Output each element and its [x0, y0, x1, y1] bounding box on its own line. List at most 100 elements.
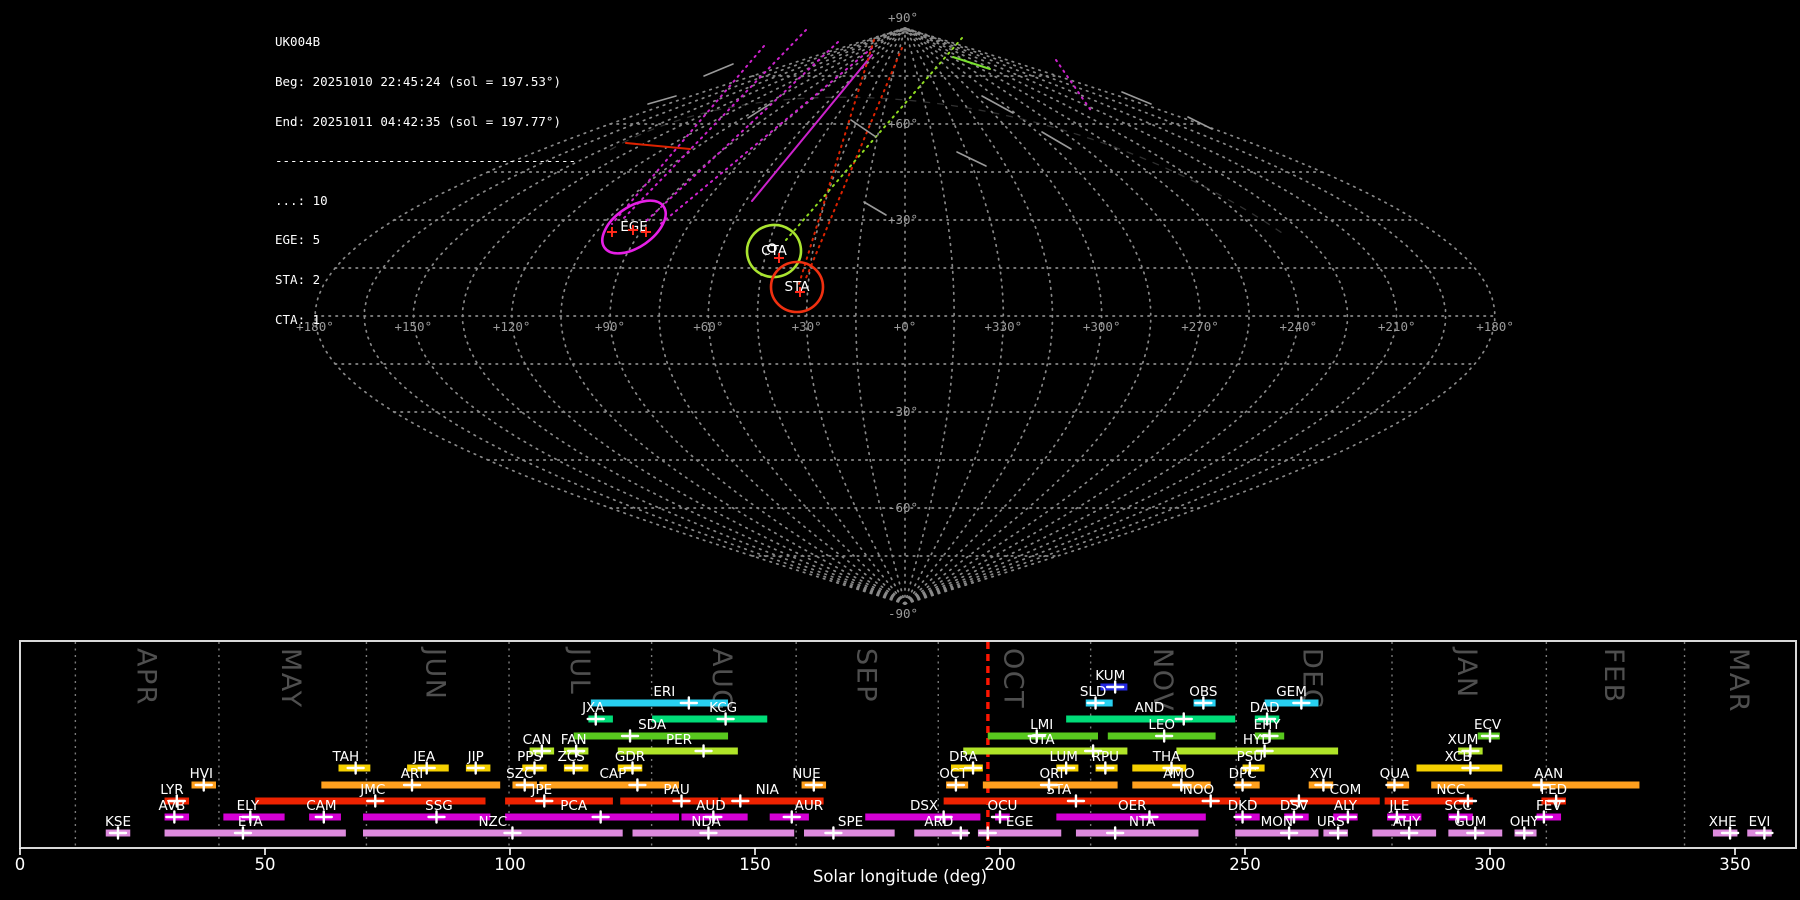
shower-bar	[505, 798, 613, 805]
meteor-trail	[953, 57, 990, 69]
shower-label: LUM	[1050, 749, 1078, 765]
shower-label: SDA	[638, 717, 667, 733]
shower-label: AND	[1135, 700, 1165, 716]
peak-marker	[629, 780, 645, 791]
shower-qua: QUA	[1380, 766, 1411, 791]
shower-label: GEM	[1276, 684, 1307, 700]
shower-obs: OBS	[1189, 684, 1217, 709]
sporadic-meteor-track	[748, 104, 770, 118]
shower-cam: CAM	[306, 798, 341, 823]
shower-urs: URS	[1317, 814, 1348, 839]
shower-nue: NUE	[792, 766, 826, 791]
radiant-map-app: +180°+150°+120°+90°+60°+30°+0°+330°+300°…	[0, 0, 1800, 900]
peak-marker	[732, 796, 748, 807]
peak-marker	[953, 828, 969, 839]
shower-label: JLE	[1388, 798, 1409, 814]
shower-label: XVI	[1310, 766, 1332, 782]
shower-label: SSG	[425, 798, 453, 814]
shower-label: XHE	[1709, 814, 1737, 830]
shower-label: DAD	[1250, 700, 1280, 716]
count-ege: EGE: 5	[275, 233, 576, 246]
shower-label: OBS	[1189, 684, 1217, 700]
shower-label: JMC	[359, 782, 385, 798]
shower-tah: TAH	[332, 749, 371, 774]
shower-label: NTA	[1129, 814, 1156, 830]
shower-hvi: HVI	[190, 766, 216, 791]
lon-label: +180°	[1476, 319, 1514, 334]
shower-oct: OCT	[939, 766, 968, 791]
shower-label: SLD	[1080, 684, 1107, 700]
shower-label: OCU	[987, 798, 1017, 814]
peak-marker	[1107, 828, 1123, 839]
shower-label: CTA	[1029, 732, 1056, 748]
shower-label: AUR	[795, 798, 824, 814]
shower-avb: AVB	[158, 798, 189, 823]
shower-label: ARD	[924, 814, 953, 830]
x-axis-title: Solar longitude (deg)	[813, 867, 987, 886]
shower-label: NOO	[1183, 782, 1214, 798]
peak-marker	[622, 731, 638, 742]
shower-xcb: XCB	[1417, 749, 1503, 774]
lon-label: +300°	[1083, 319, 1121, 334]
shower-label: HYD	[1243, 732, 1272, 748]
month-label: SEP	[851, 648, 882, 703]
sporadic-meteor-track	[851, 120, 876, 137]
shower-label: EHY	[1254, 717, 1282, 733]
shower-label: STA	[1046, 782, 1072, 798]
end-time: End: 20251011 04:42:35 (sol = 197.77°)	[275, 115, 576, 128]
shower-label: MON	[1261, 814, 1293, 830]
shower-kse: KSE	[105, 814, 131, 839]
shower-label: NCC	[1436, 782, 1465, 798]
radiant-ellipses: EGECTASTA	[593, 190, 823, 312]
shower-label: ECV	[1474, 717, 1502, 733]
shower-label: JEA	[412, 749, 436, 765]
peak-marker	[1176, 714, 1192, 725]
shower-label: NZC	[478, 814, 507, 830]
shower-label: NUE	[792, 766, 821, 782]
shower-label: SZC	[506, 766, 533, 782]
shower-label: FEV	[1536, 798, 1562, 814]
x-tick-label: 250	[1229, 855, 1261, 874]
shower-zcs: ZCS	[558, 749, 589, 774]
shower-label: OER	[1118, 798, 1147, 814]
month-label: MAR	[1723, 648, 1754, 713]
x-tick-label: 0	[15, 855, 26, 874]
x-tick-label: 200	[984, 855, 1016, 874]
lon-label: +90°	[595, 319, 625, 334]
shower-label: GUM	[1454, 814, 1486, 830]
shower-bar	[363, 814, 490, 821]
meteor-trail	[622, 30, 806, 220]
shower-label: KCG	[709, 700, 737, 716]
month-label: APR	[130, 648, 161, 706]
shower-label: JIP	[467, 749, 484, 765]
shower-cap: CAP	[539, 766, 679, 791]
shower-label: URS	[1317, 814, 1345, 830]
shower-label: PPS	[517, 749, 542, 765]
shower-label: NIA	[756, 782, 780, 798]
shower-rpu: RPU	[1092, 749, 1119, 774]
shower-label: JXA	[581, 700, 605, 716]
lat-label: -90°	[888, 606, 918, 621]
lon-label: +0°	[894, 319, 917, 334]
shower-label: XCB	[1445, 749, 1472, 765]
shower-label: THA	[1152, 749, 1181, 765]
month-label: MAY	[275, 648, 306, 709]
shower-bar	[363, 830, 623, 837]
shower-label: DKD	[1228, 798, 1258, 814]
shower-gum: GUM	[1448, 814, 1502, 839]
shower-bar	[1235, 830, 1318, 837]
shower-jip: JIP	[466, 749, 491, 774]
shower-label: CAN	[523, 732, 552, 748]
separator-line: ----------------------------------------	[275, 154, 576, 167]
shower-bar	[652, 716, 767, 723]
shower-label: DRA	[949, 749, 978, 765]
shower-label: ALY	[1334, 798, 1358, 814]
lat-label: -30°	[888, 404, 918, 419]
shower-label: COM	[1330, 782, 1362, 798]
shower-label: KUM	[1095, 668, 1125, 684]
shower-label: EGE	[1006, 814, 1034, 830]
shower-label: EVI	[1749, 814, 1771, 830]
x-tick-label: 50	[255, 855, 276, 874]
reference-arc	[610, 97, 1285, 235]
count-sporadic: ...: 10	[275, 194, 576, 207]
